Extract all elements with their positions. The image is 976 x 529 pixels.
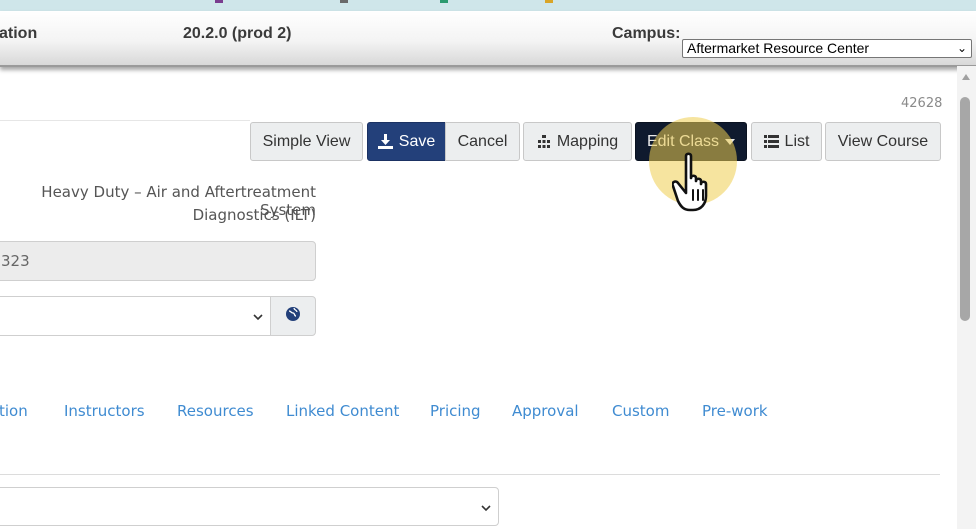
- mapping-button[interactable]: Mapping: [523, 122, 632, 161]
- dropdown-select[interactable]: [0, 296, 271, 336]
- campus-label: Campus:: [612, 25, 681, 42]
- header-title: ation: [0, 25, 38, 42]
- record-id: 42628: [901, 96, 943, 111]
- campus-select[interactable]: Aftermarket Resource Center ⌄: [682, 39, 972, 58]
- list-label: List: [784, 132, 810, 150]
- divider: [0, 474, 940, 475]
- hand-pointer-icon: [671, 150, 720, 216]
- cancel-label: Cancel: [457, 132, 508, 150]
- download-icon: [377, 134, 393, 149]
- scrollbar-thumb[interactable]: [960, 97, 970, 321]
- chevron-down-icon: [252, 308, 264, 327]
- view-course-label: View Course: [837, 132, 929, 150]
- cancel-button[interactable]: Cancel: [445, 122, 520, 161]
- vertical-scrollbar[interactable]: [957, 66, 976, 529]
- lower-dropdown-select[interactable]: [0, 487, 499, 526]
- tab-linked-content[interactable]: Linked Content: [286, 402, 399, 420]
- course-title-line2: Diagnostics (ILT): [192, 206, 316, 224]
- tab-instructors[interactable]: Instructors: [64, 402, 145, 420]
- divider: [0, 120, 250, 121]
- tab-approval[interactable]: Approval: [512, 402, 579, 420]
- tab-pricing[interactable]: Pricing: [430, 402, 481, 420]
- tab-description[interactable]: tion: [0, 402, 28, 420]
- tab-pre-work[interactable]: Pre-work: [702, 402, 768, 420]
- browser-top-strip: [0, 0, 976, 11]
- tab-color-marker: [340, 0, 348, 3]
- chevron-down-icon: [480, 499, 492, 518]
- list-icon: [763, 135, 779, 148]
- tab-color-marker: [440, 0, 448, 3]
- course-code-value: 323: [1, 252, 30, 270]
- save-label: Save: [398, 132, 436, 150]
- globe-icon: [285, 306, 301, 326]
- sitemap-icon: [537, 134, 551, 149]
- tab-color-marker: [215, 0, 223, 3]
- mapping-label: Mapping: [556, 132, 619, 150]
- version-label: 20.2.0 (prod 2): [183, 25, 292, 42]
- tab-custom[interactable]: Custom: [612, 402, 669, 420]
- app-header: ation 20.2.0 (prod 2) Campus: Aftermarke…: [0, 11, 976, 67]
- scroll-up-arrow-icon[interactable]: [962, 74, 970, 80]
- tab-color-marker: [545, 0, 553, 3]
- list-button[interactable]: List: [751, 122, 822, 161]
- view-course-button[interactable]: View Course: [825, 122, 941, 161]
- course-code-field[interactable]: 323: [0, 241, 316, 281]
- campus-selected-value: Aftermarket Resource Center: [687, 40, 870, 56]
- chevron-down-icon: ⌄: [956, 41, 967, 55]
- simple-view-label: Simple View: [262, 132, 351, 150]
- tab-resources[interactable]: Resources: [177, 402, 254, 420]
- simple-view-button[interactable]: Simple View: [250, 122, 363, 161]
- globe-button[interactable]: [270, 296, 316, 336]
- save-button[interactable]: Save: [367, 122, 446, 161]
